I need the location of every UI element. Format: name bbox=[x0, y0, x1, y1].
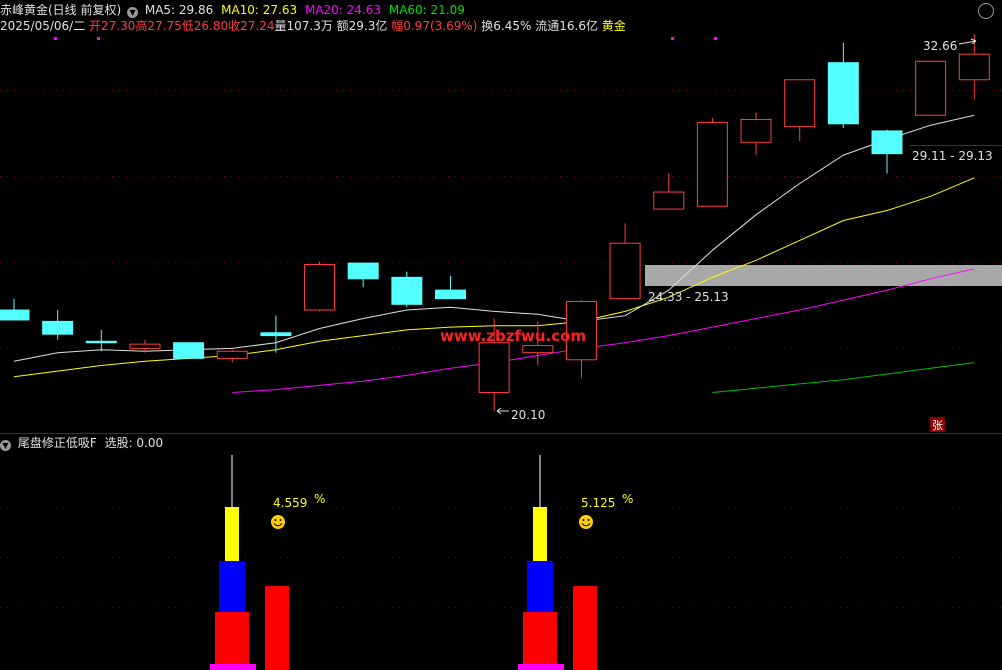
candle-bull[interactable] bbox=[915, 60, 947, 116]
signal-bar-blue bbox=[527, 561, 553, 612]
event-marker bbox=[97, 37, 100, 40]
event-marker bbox=[54, 37, 57, 40]
chart-canvas[interactable]: 32.66 29.11 - 29.13 24.33 - 25.13 20.10 … bbox=[0, 0, 1002, 670]
smiley-eye bbox=[274, 519, 277, 521]
signal-group: 5.125 % bbox=[518, 455, 633, 670]
smiley-eye bbox=[582, 519, 585, 521]
smiley-eye bbox=[279, 519, 282, 521]
candle-bear[interactable] bbox=[827, 62, 859, 125]
candle-bull[interactable] bbox=[740, 119, 772, 143]
signal1-percent-sign: % bbox=[314, 492, 325, 506]
gap-upper-label: 29.11 - 29.13 bbox=[912, 149, 993, 163]
candle-bear[interactable] bbox=[391, 276, 423, 305]
gap-band bbox=[645, 265, 1002, 286]
scroll-handle[interactable] bbox=[978, 3, 994, 19]
candle-bear[interactable] bbox=[85, 340, 117, 344]
event-marker bbox=[671, 37, 674, 40]
signal-bar-blue bbox=[219, 561, 245, 612]
signal-bar-red bbox=[523, 612, 557, 664]
signal-bar-yellow bbox=[533, 507, 547, 561]
candle-bull[interactable] bbox=[304, 264, 336, 311]
candle-bear[interactable] bbox=[42, 320, 74, 335]
event-marker bbox=[714, 37, 717, 40]
low-price-annotation: 20.10 bbox=[511, 408, 545, 422]
candle-bear[interactable] bbox=[347, 262, 379, 280]
low-arrow-icon bbox=[496, 407, 509, 415]
candle-bear[interactable] bbox=[435, 289, 466, 300]
smiley-icon bbox=[579, 515, 593, 529]
high-price-annotation: 32.66 bbox=[923, 39, 957, 53]
watermark-text: www.zbzfwu.com bbox=[440, 327, 586, 345]
candle-bull[interactable] bbox=[478, 342, 510, 393]
signal-bar-red bbox=[215, 612, 249, 664]
gap-lower-label: 24.33 - 25.13 bbox=[648, 290, 729, 304]
zhang-badge-label: 张 bbox=[932, 419, 943, 432]
candle-bear[interactable] bbox=[0, 309, 30, 321]
candle-bear[interactable] bbox=[260, 332, 292, 337]
signal-bar-yellow bbox=[225, 507, 239, 561]
candle-bull[interactable] bbox=[609, 242, 641, 300]
ma60-line bbox=[712, 362, 975, 393]
candle-bull[interactable] bbox=[784, 79, 816, 128]
stock-chart-window: 赤峰黄金(日线 前复权) ▼ MA5: 29.86 MA10: 27.63 MA… bbox=[0, 0, 1002, 670]
signal-bar-magenta bbox=[210, 664, 256, 670]
smiley-icon bbox=[271, 515, 285, 529]
candle-bull[interactable] bbox=[653, 191, 685, 210]
signal-side-bar bbox=[265, 586, 289, 670]
signal-side-bar bbox=[573, 586, 597, 670]
candle-bear[interactable] bbox=[871, 130, 903, 155]
candlesticks bbox=[0, 34, 990, 411]
signal-group: 4.559 % bbox=[210, 455, 325, 670]
candle-bull[interactable] bbox=[522, 345, 554, 354]
candle-bull[interactable] bbox=[129, 343, 161, 349]
candle-bull[interactable] bbox=[958, 53, 990, 81]
signal2-percent-sign: % bbox=[622, 492, 633, 506]
signal-bar-magenta bbox=[518, 664, 564, 670]
event-markers bbox=[54, 37, 717, 40]
signal2-percent: 5.125 bbox=[581, 496, 615, 510]
signal1-percent: 4.559 bbox=[273, 496, 307, 510]
candle-bull[interactable] bbox=[216, 350, 248, 359]
ma20-line bbox=[232, 268, 975, 393]
candle-bear[interactable] bbox=[173, 342, 205, 359]
smiley-eye bbox=[587, 519, 590, 521]
candle-bull[interactable] bbox=[696, 121, 728, 207]
